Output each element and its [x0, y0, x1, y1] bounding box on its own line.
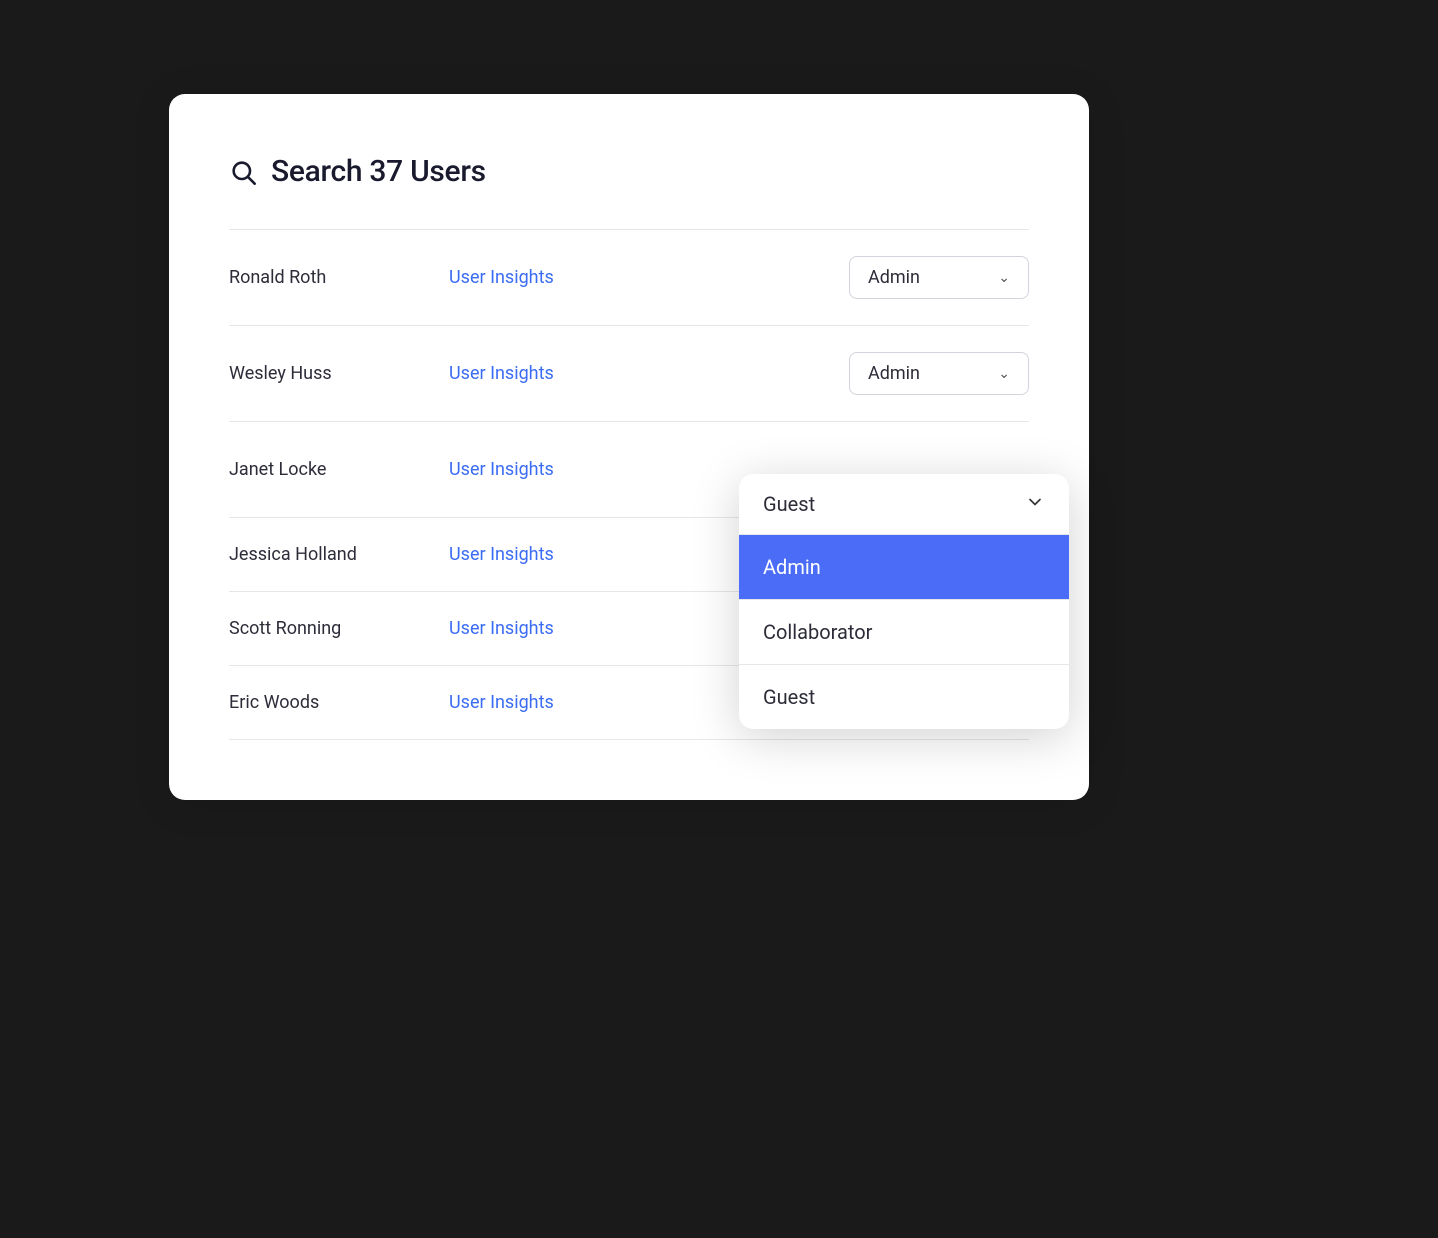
user-name-ronald-roth: Ronald Roth [229, 267, 449, 288]
search-header: Search 37 Users [229, 154, 1029, 189]
chevron-icon-ronald-roth: ⌄ [998, 270, 1010, 286]
user-name-wesley-huss: Wesley Huss [229, 363, 449, 384]
user-row: Wesley Huss User Insights Admin ⌄ [229, 326, 1029, 422]
role-select-ronald-roth[interactable]: Admin ⌄ [849, 256, 1029, 299]
user-row: Ronald Roth User Insights Admin ⌄ [229, 229, 1029, 326]
user-insights-link-ronald-roth[interactable]: User Insights [449, 267, 849, 288]
role-label-wesley-huss: Admin [868, 363, 920, 384]
role-dropdown: Guest Admin Collaborator Guest [739, 474, 1069, 729]
dropdown-option-collaborator[interactable]: Collaborator [739, 600, 1069, 665]
chevron-down-icon [1025, 492, 1045, 516]
search-title: Search 37 Users [271, 154, 486, 189]
user-name-janet-locke: Janet Locke [229, 459, 449, 480]
user-name-eric-woods: Eric Woods [229, 692, 449, 713]
dropdown-current-label: Guest [763, 492, 815, 516]
user-name-scott-ronning: Scott Ronning [229, 618, 449, 639]
chevron-icon-wesley-huss: ⌄ [998, 366, 1010, 382]
search-icon [229, 158, 257, 186]
user-insights-link-wesley-huss[interactable]: User Insights [449, 363, 849, 384]
role-select-wesley-huss[interactable]: Admin ⌄ [849, 352, 1029, 395]
role-label-ronald-roth: Admin [868, 267, 920, 288]
user-name-jessica-holland: Jessica Holland [229, 544, 449, 565]
dropdown-option-admin[interactable]: Admin [739, 535, 1069, 600]
scene: Search 37 Users Ronald Roth User Insight… [169, 94, 1269, 1144]
dropdown-option-guest[interactable]: Guest [739, 665, 1069, 729]
dropdown-header[interactable]: Guest [739, 474, 1069, 535]
